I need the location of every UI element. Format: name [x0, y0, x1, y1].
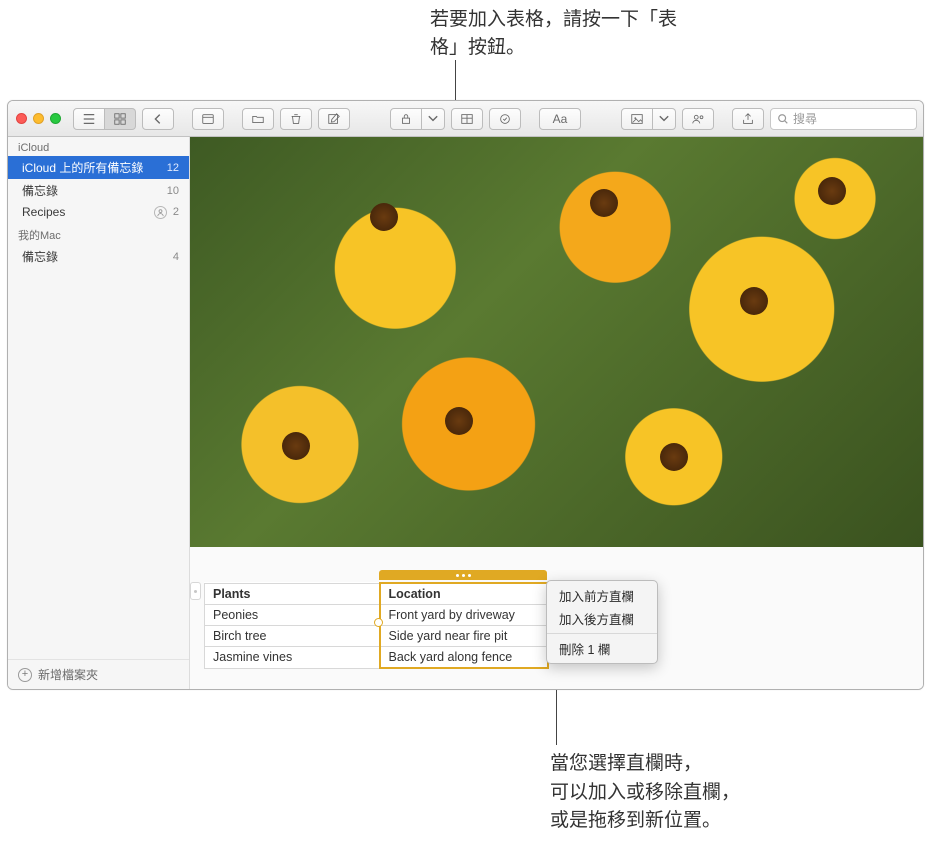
sidebar-item-label: Recipes	[22, 205, 65, 219]
chevron-down-icon	[426, 112, 440, 126]
note-image	[190, 137, 923, 547]
column-resize-handle[interactable]	[374, 618, 383, 627]
sidebar-item-label: iCloud 上的所有備忘錄	[22, 159, 143, 176]
sidebar: iCloud iCloud 上的所有備忘錄 12 備忘錄 10 Recipes …	[8, 137, 190, 689]
callout-line: 當您選擇直欄時，	[550, 750, 850, 779]
plus-circle-icon: +	[18, 668, 32, 682]
sidebar-item-count: 12	[167, 162, 179, 174]
minimize-window-button[interactable]	[33, 113, 44, 124]
zoom-window-button[interactable]	[50, 113, 61, 124]
new-note-button[interactable]	[318, 108, 350, 130]
table-cell[interactable]: Peonies	[205, 605, 380, 626]
table-cell[interactable]: Back yard along fence	[380, 647, 548, 669]
table-cell[interactable]: Birch tree	[205, 626, 380, 647]
chevron-down-icon	[657, 112, 671, 126]
shared-folder-icon	[154, 206, 167, 219]
checklist-icon	[498, 112, 512, 126]
menu-item-add-column-after[interactable]: 加入後方直欄	[547, 607, 657, 630]
new-folder-button[interactable]: + 新增檔案夾	[8, 659, 189, 689]
window-controls	[16, 113, 61, 124]
table-header-cell[interactable]: Plants	[205, 583, 380, 605]
sidebar-group-mymac: 我的Mac	[8, 222, 189, 245]
share-icon	[741, 112, 755, 126]
list-icon	[82, 112, 96, 126]
folder-icon	[251, 112, 265, 126]
help-callout-bottom: 當您選擇直欄時， 可以加入或移除直欄， 或是拖移到新位置。	[550, 750, 850, 836]
lock-menu-button[interactable]	[422, 108, 445, 130]
table-cell[interactable]: Front yard by driveway	[380, 605, 548, 626]
note-table[interactable]: Plants Location Peonies Front yard by dr…	[204, 582, 549, 669]
grid-icon	[113, 112, 127, 126]
gallery-view-button[interactable]	[105, 108, 136, 130]
new-folder-label: 新增檔案夾	[38, 666, 98, 683]
lock-icon	[399, 112, 413, 126]
sidebar-item-count: 10	[167, 185, 179, 197]
table-cell[interactable]: Jasmine vines	[205, 647, 380, 669]
toolbar: Aa 搜尋	[8, 101, 923, 137]
sidebar-item-recipes[interactable]: Recipes 2	[8, 202, 189, 222]
delete-button[interactable]	[280, 108, 312, 130]
table-button[interactable]	[451, 108, 483, 130]
folder-button[interactable]	[242, 108, 274, 130]
sidebar-item-notes[interactable]: 備忘錄 10	[8, 179, 189, 202]
menu-item-add-column-before[interactable]: 加入前方直欄	[547, 584, 657, 607]
checklist-button[interactable]	[489, 108, 521, 130]
share-button[interactable]	[732, 108, 764, 130]
table-cell[interactable]: Side yard near fire pit	[380, 626, 548, 647]
note-content-area: Plants Location Peonies Front yard by dr…	[190, 137, 923, 689]
trash-icon	[289, 112, 303, 126]
search-icon	[777, 113, 789, 125]
sidebar-item-count: 4	[173, 251, 179, 263]
view-mode-segment	[73, 108, 136, 130]
search-field[interactable]: 搜尋	[770, 108, 917, 130]
menu-item-delete-column[interactable]: 刪除 1 欄	[547, 637, 657, 660]
lock-button[interactable]	[390, 108, 422, 130]
callout-line: 可以加入或移除直欄，	[550, 779, 850, 808]
sidebar-item-all-icloud[interactable]: iCloud 上的所有備忘錄 12	[8, 156, 189, 179]
format-icon: Aa	[553, 112, 568, 126]
attachments-icon	[201, 112, 215, 126]
format-button[interactable]: Aa	[539, 108, 581, 130]
table-icon	[460, 112, 474, 126]
column-context-menu: 加入前方直欄 加入後方直欄 刪除 1 欄	[546, 580, 658, 664]
add-people-icon	[691, 112, 705, 126]
table-column-handle[interactable]	[379, 570, 547, 580]
callout-line: 或是拖移到新位置。	[550, 807, 850, 836]
table-row-handle[interactable]	[190, 582, 201, 600]
sidebar-item-count: 2	[173, 206, 179, 218]
sidebar-item-label: 備忘錄	[22, 248, 58, 265]
compose-icon	[327, 112, 341, 126]
table-header-cell[interactable]: Location	[380, 583, 548, 605]
search-placeholder: 搜尋	[793, 110, 817, 127]
photo-icon	[630, 112, 644, 126]
table-row: Birch tree Side yard near fire pit	[205, 626, 548, 647]
notes-window: Aa 搜尋 iCloud iCloud 上的所有備忘錄	[7, 100, 924, 690]
close-window-button[interactable]	[16, 113, 27, 124]
callout-leader-line	[455, 60, 456, 100]
list-view-button[interactable]	[73, 108, 105, 130]
media-menu-button[interactable]	[653, 108, 676, 130]
media-button[interactable]	[621, 108, 653, 130]
chevron-left-icon	[151, 112, 165, 126]
back-button[interactable]	[142, 108, 174, 130]
sidebar-item-label: 備忘錄	[22, 182, 58, 199]
sidebar-group-icloud: iCloud	[8, 137, 189, 156]
collaborate-button[interactable]	[682, 108, 714, 130]
help-callout-top: 若要加入表格，請按一下「表格」按鈕。	[430, 6, 690, 61]
attachments-button[interactable]	[192, 108, 224, 130]
menu-separator	[547, 633, 657, 634]
table-row: Jasmine vines Back yard along fence	[205, 647, 548, 669]
callout-leader-line	[556, 690, 557, 745]
sidebar-item-local-notes[interactable]: 備忘錄 4	[8, 245, 189, 268]
